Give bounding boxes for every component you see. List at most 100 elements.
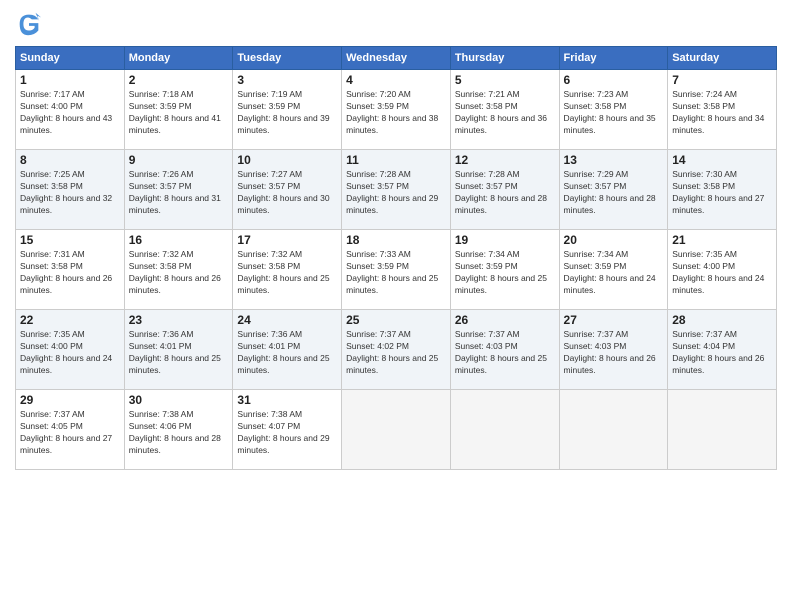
- day-info: Sunrise: 7:37 AM Sunset: 4:03 PM Dayligh…: [455, 329, 555, 377]
- calendar-cell: 24 Sunrise: 7:36 AM Sunset: 4:01 PM Dayl…: [233, 310, 342, 390]
- daylight-label: Daylight: 8 hours and 38 minutes.: [346, 113, 438, 135]
- day-info: Sunrise: 7:30 AM Sunset: 3:58 PM Dayligh…: [672, 169, 772, 217]
- logo: [15, 10, 47, 38]
- day-number: 10: [237, 153, 337, 167]
- daylight-label: Daylight: 8 hours and 24 minutes.: [20, 353, 112, 375]
- sunrise-label: Sunrise: 7:36 AM: [129, 329, 194, 339]
- sunset-label: Sunset: 4:00 PM: [672, 261, 735, 271]
- daylight-label: Daylight: 8 hours and 26 minutes.: [129, 273, 221, 295]
- weekday-header-sunday: Sunday: [16, 47, 125, 70]
- sunset-label: Sunset: 3:58 PM: [564, 101, 627, 111]
- day-info: Sunrise: 7:19 AM Sunset: 3:59 PM Dayligh…: [237, 89, 337, 137]
- sunrise-label: Sunrise: 7:37 AM: [455, 329, 520, 339]
- sunrise-label: Sunrise: 7:25 AM: [20, 169, 85, 179]
- daylight-label: Daylight: 8 hours and 25 minutes.: [129, 353, 221, 375]
- weekday-header-monday: Monday: [124, 47, 233, 70]
- day-info: Sunrise: 7:24 AM Sunset: 3:58 PM Dayligh…: [672, 89, 772, 137]
- day-number: 12: [455, 153, 555, 167]
- sunset-label: Sunset: 3:59 PM: [237, 101, 300, 111]
- day-number: 20: [564, 233, 664, 247]
- weekday-header-wednesday: Wednesday: [342, 47, 451, 70]
- day-info: Sunrise: 7:37 AM Sunset: 4:02 PM Dayligh…: [346, 329, 446, 377]
- daylight-label: Daylight: 8 hours and 28 minutes.: [455, 193, 547, 215]
- page: SundayMondayTuesdayWednesdayThursdayFrid…: [0, 0, 792, 612]
- day-info: Sunrise: 7:28 AM Sunset: 3:57 PM Dayligh…: [346, 169, 446, 217]
- day-info: Sunrise: 7:36 AM Sunset: 4:01 PM Dayligh…: [129, 329, 229, 377]
- calendar-cell: 16 Sunrise: 7:32 AM Sunset: 3:58 PM Dayl…: [124, 230, 233, 310]
- day-info: Sunrise: 7:20 AM Sunset: 3:59 PM Dayligh…: [346, 89, 446, 137]
- daylight-label: Daylight: 8 hours and 26 minutes.: [564, 353, 656, 375]
- sunrise-label: Sunrise: 7:32 AM: [129, 249, 194, 259]
- day-info: Sunrise: 7:21 AM Sunset: 3:58 PM Dayligh…: [455, 89, 555, 137]
- day-number: 9: [129, 153, 229, 167]
- sunrise-label: Sunrise: 7:19 AM: [237, 89, 302, 99]
- day-number: 31: [237, 393, 337, 407]
- calendar-cell: 6 Sunrise: 7:23 AM Sunset: 3:58 PM Dayli…: [559, 70, 668, 150]
- day-number: 2: [129, 73, 229, 87]
- sunset-label: Sunset: 4:03 PM: [455, 341, 518, 351]
- sunrise-label: Sunrise: 7:30 AM: [672, 169, 737, 179]
- sunrise-label: Sunrise: 7:27 AM: [237, 169, 302, 179]
- calendar-cell: 28 Sunrise: 7:37 AM Sunset: 4:04 PM Dayl…: [668, 310, 777, 390]
- daylight-label: Daylight: 8 hours and 39 minutes.: [237, 113, 329, 135]
- sunset-label: Sunset: 4:05 PM: [20, 421, 83, 431]
- daylight-label: Daylight: 8 hours and 29 minutes.: [237, 433, 329, 455]
- sunset-label: Sunset: 4:01 PM: [237, 341, 300, 351]
- day-number: 19: [455, 233, 555, 247]
- sunrise-label: Sunrise: 7:38 AM: [129, 409, 194, 419]
- daylight-label: Daylight: 8 hours and 24 minutes.: [672, 273, 764, 295]
- calendar-cell: 30 Sunrise: 7:38 AM Sunset: 4:06 PM Dayl…: [124, 390, 233, 470]
- daylight-label: Daylight: 8 hours and 35 minutes.: [564, 113, 656, 135]
- sunset-label: Sunset: 3:57 PM: [455, 181, 518, 191]
- day-info: Sunrise: 7:26 AM Sunset: 3:57 PM Dayligh…: [129, 169, 229, 217]
- daylight-label: Daylight: 8 hours and 28 minutes.: [564, 193, 656, 215]
- sunset-label: Sunset: 3:59 PM: [564, 261, 627, 271]
- daylight-label: Daylight: 8 hours and 28 minutes.: [129, 433, 221, 455]
- sunset-label: Sunset: 3:57 PM: [237, 181, 300, 191]
- day-number: 22: [20, 313, 120, 327]
- header: [15, 10, 777, 38]
- day-number: 11: [346, 153, 446, 167]
- calendar-cell: 29 Sunrise: 7:37 AM Sunset: 4:05 PM Dayl…: [16, 390, 125, 470]
- sunrise-label: Sunrise: 7:31 AM: [20, 249, 85, 259]
- sunrise-label: Sunrise: 7:37 AM: [564, 329, 629, 339]
- calendar-week-row-1: 1 Sunrise: 7:17 AM Sunset: 4:00 PM Dayli…: [16, 70, 777, 150]
- day-info: Sunrise: 7:33 AM Sunset: 3:59 PM Dayligh…: [346, 249, 446, 297]
- day-number: 16: [129, 233, 229, 247]
- calendar-week-row-3: 15 Sunrise: 7:31 AM Sunset: 3:58 PM Dayl…: [16, 230, 777, 310]
- daylight-label: Daylight: 8 hours and 25 minutes.: [455, 273, 547, 295]
- calendar-cell: 12 Sunrise: 7:28 AM Sunset: 3:57 PM Dayl…: [450, 150, 559, 230]
- calendar-cell: 9 Sunrise: 7:26 AM Sunset: 3:57 PM Dayli…: [124, 150, 233, 230]
- calendar-cell: 22 Sunrise: 7:35 AM Sunset: 4:00 PM Dayl…: [16, 310, 125, 390]
- sunset-label: Sunset: 3:58 PM: [672, 181, 735, 191]
- day-number: 26: [455, 313, 555, 327]
- daylight-label: Daylight: 8 hours and 26 minutes.: [20, 273, 112, 295]
- daylight-label: Daylight: 8 hours and 30 minutes.: [237, 193, 329, 215]
- daylight-label: Daylight: 8 hours and 34 minutes.: [672, 113, 764, 135]
- day-info: Sunrise: 7:29 AM Sunset: 3:57 PM Dayligh…: [564, 169, 664, 217]
- day-number: 13: [564, 153, 664, 167]
- sunset-label: Sunset: 4:04 PM: [672, 341, 735, 351]
- sunset-label: Sunset: 4:03 PM: [564, 341, 627, 351]
- calendar-cell: 18 Sunrise: 7:33 AM Sunset: 3:59 PM Dayl…: [342, 230, 451, 310]
- calendar-cell: [342, 390, 451, 470]
- weekday-header-saturday: Saturday: [668, 47, 777, 70]
- calendar-cell: 7 Sunrise: 7:24 AM Sunset: 3:58 PM Dayli…: [668, 70, 777, 150]
- sunset-label: Sunset: 3:58 PM: [672, 101, 735, 111]
- day-number: 15: [20, 233, 120, 247]
- sunset-label: Sunset: 4:02 PM: [346, 341, 409, 351]
- calendar-cell: 4 Sunrise: 7:20 AM Sunset: 3:59 PM Dayli…: [342, 70, 451, 150]
- sunrise-label: Sunrise: 7:33 AM: [346, 249, 411, 259]
- calendar-cell: [668, 390, 777, 470]
- calendar-cell: [559, 390, 668, 470]
- day-info: Sunrise: 7:28 AM Sunset: 3:57 PM Dayligh…: [455, 169, 555, 217]
- calendar-cell: 11 Sunrise: 7:28 AM Sunset: 3:57 PM Dayl…: [342, 150, 451, 230]
- day-info: Sunrise: 7:37 AM Sunset: 4:03 PM Dayligh…: [564, 329, 664, 377]
- day-number: 23: [129, 313, 229, 327]
- daylight-label: Daylight: 8 hours and 41 minutes.: [129, 113, 221, 135]
- sunrise-label: Sunrise: 7:32 AM: [237, 249, 302, 259]
- day-number: 24: [237, 313, 337, 327]
- daylight-label: Daylight: 8 hours and 36 minutes.: [455, 113, 547, 135]
- sunrise-label: Sunrise: 7:28 AM: [455, 169, 520, 179]
- day-number: 14: [672, 153, 772, 167]
